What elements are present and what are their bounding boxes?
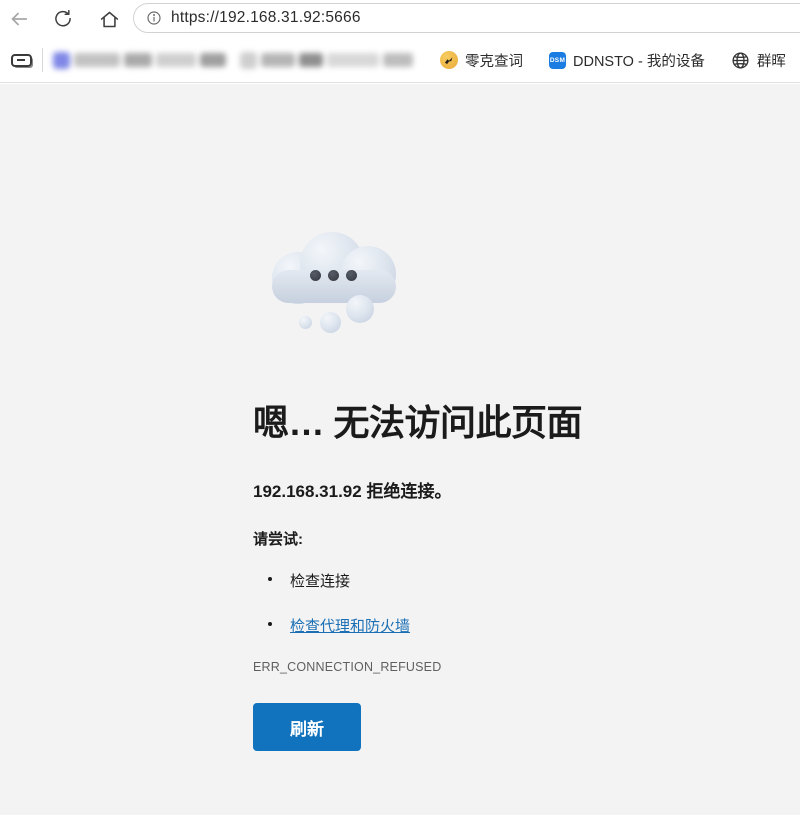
home-icon (99, 9, 120, 30)
address-bar[interactable]: https://192.168.31.92:5666 (133, 3, 800, 33)
zhike-favicon (440, 51, 458, 69)
url-text[interactable]: https://192.168.31.92:5666 (171, 9, 361, 27)
refresh-icon (53, 9, 73, 29)
favorites-panel-icon[interactable] (8, 47, 34, 73)
bookmark-synology[interactable]: 群晖 (731, 50, 786, 71)
suggestions-heading: 请尝试: (253, 531, 303, 548)
check-proxy-firewall-link[interactable]: 检查代理和防火墙 (290, 618, 410, 635)
refresh-page-button[interactable]: 刷新 (253, 703, 361, 751)
info-icon[interactable] (146, 10, 162, 26)
error-page: 嗯… 无法访问此页面 192.168.31.92 拒绝连接。 请尝试: 检查连接… (0, 84, 800, 815)
suggestion-check-proxy: 检查代理和防火墙 (253, 615, 410, 636)
browser-toolbar: https://192.168.31.92:5666 (0, 0, 800, 38)
redacted-favicon (240, 51, 257, 69)
bookmark-label: 群晖 (756, 53, 786, 70)
bookmark-label: DDNSTO - 我的设备 (573, 53, 705, 70)
error-title: 嗯… 无法访问此页面 (253, 402, 583, 443)
globe-icon (731, 51, 750, 70)
bookmarks-bar: 零克查词 DSM DDNSTO - 我的设备 群晖 (0, 38, 800, 83)
home-button[interactable] (94, 4, 124, 34)
bookmark-ddnsto[interactable]: DSM DDNSTO - 我的设备 (549, 50, 705, 71)
suggestion-check-connection: 检查连接 (253, 570, 410, 591)
suggestions-list: 检查连接 检查代理和防火墙 (253, 570, 410, 660)
redacted-favicon (53, 51, 70, 69)
bookmark-zhike[interactable]: 零克查词 (440, 50, 523, 71)
bookmark-label: 零克查词 (465, 53, 523, 70)
redacted-bookmark[interactable] (240, 51, 413, 69)
cloud-emoji-illustration (270, 232, 404, 336)
browser-window: https://192.168.31.92:5666 零克查词 DSM DDNS… (0, 0, 800, 815)
dsm-favicon: DSM (549, 51, 566, 69)
redacted-bookmark[interactable] (53, 51, 226, 69)
error-subtitle: 192.168.31.92 拒绝连接。 (253, 482, 452, 501)
error-code: ERR_CONNECTION_REFUSED (253, 660, 442, 674)
refresh-toolbar-button[interactable] (48, 4, 78, 34)
back-button[interactable] (4, 4, 34, 34)
bookmarks-divider (42, 48, 43, 72)
back-arrow-icon (8, 8, 30, 30)
